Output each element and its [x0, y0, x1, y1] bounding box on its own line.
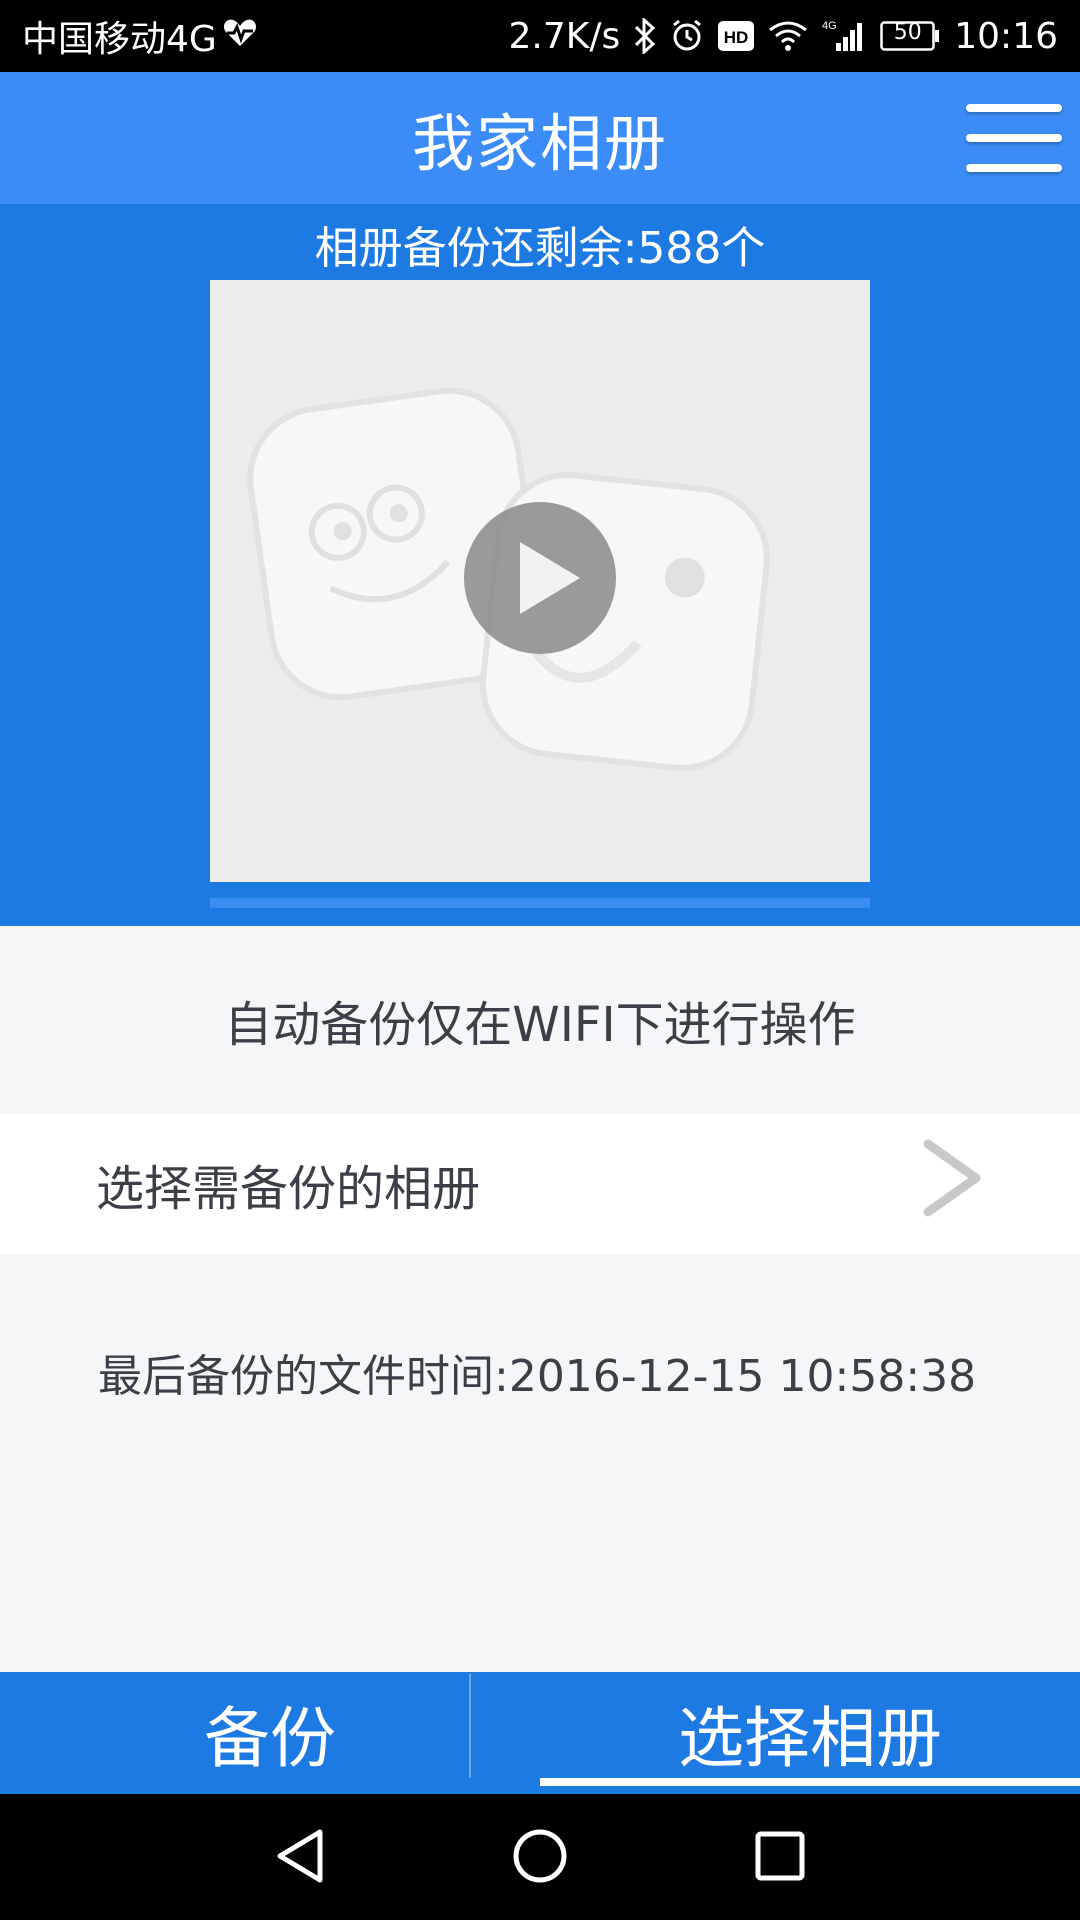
- battery-level: 50: [893, 20, 922, 45]
- recents-square-icon[interactable]: [748, 1824, 812, 1892]
- video-preview[interactable]: [210, 280, 870, 882]
- clock-time: 10:16: [954, 15, 1058, 57]
- tab-label: 备份: [204, 1700, 336, 1777]
- active-tab-indicator: [540, 1778, 1080, 1786]
- heart-icon: [223, 16, 257, 57]
- menu-line: [966, 164, 1062, 172]
- remaining-count: 相册备份还剩余:588个: [314, 223, 766, 274]
- page-title: 我家相册: [411, 107, 668, 180]
- status-bar: 中国移动4G 2.7K/s HD 4G 50 10:16: [0, 0, 1080, 72]
- chevron-right-icon: [920, 1138, 984, 1230]
- tab-select-album[interactable]: 选择相册: [540, 1672, 1080, 1794]
- last-backup-time: 最后备份的文件时间:2016-12-15 10:58:38: [98, 1351, 977, 1402]
- hamburger-menu-icon[interactable]: [966, 98, 1062, 178]
- menu-line: [966, 134, 1062, 142]
- battery-icon: 50: [880, 20, 940, 51]
- tab-divider: [469, 1674, 471, 1778]
- select-album-row[interactable]: 选择需备份的相册: [0, 1114, 1080, 1254]
- backup-progress-bar: [210, 898, 870, 908]
- alarm-icon: [670, 19, 704, 53]
- wifi-icon: [768, 20, 808, 52]
- menu-line: [966, 104, 1062, 112]
- wifi-notice: 自动备份仅在WIFI下进行操作: [224, 997, 856, 1053]
- title-bar: 我家相册: [0, 72, 1080, 204]
- signal-4g-icon: 4G: [822, 19, 866, 53]
- carrier-label: 中国移动4G: [22, 19, 217, 60]
- bottom-tab-bar: 备份 选择相册: [0, 1672, 1080, 1794]
- network-speed: 2.7K/s: [508, 15, 621, 57]
- video-play-icon[interactable]: [462, 500, 618, 656]
- back-triangle-icon[interactable]: [270, 1824, 334, 1892]
- home-circle-icon[interactable]: [508, 1824, 572, 1892]
- tab-backup[interactable]: 备份: [0, 1672, 540, 1794]
- system-nav-bar: [0, 1794, 1080, 1920]
- svg-text:HD: HD: [724, 28, 749, 47]
- select-album-label: 选择需备份的相册: [96, 1161, 481, 1217]
- hd-icon: HD: [718, 21, 755, 51]
- bluetooth-icon: [634, 18, 656, 54]
- svg-text:4G: 4G: [822, 20, 837, 32]
- tab-label: 选择相册: [678, 1700, 942, 1777]
- backup-hero: 相册备份还剩余:588个: [0, 204, 1080, 926]
